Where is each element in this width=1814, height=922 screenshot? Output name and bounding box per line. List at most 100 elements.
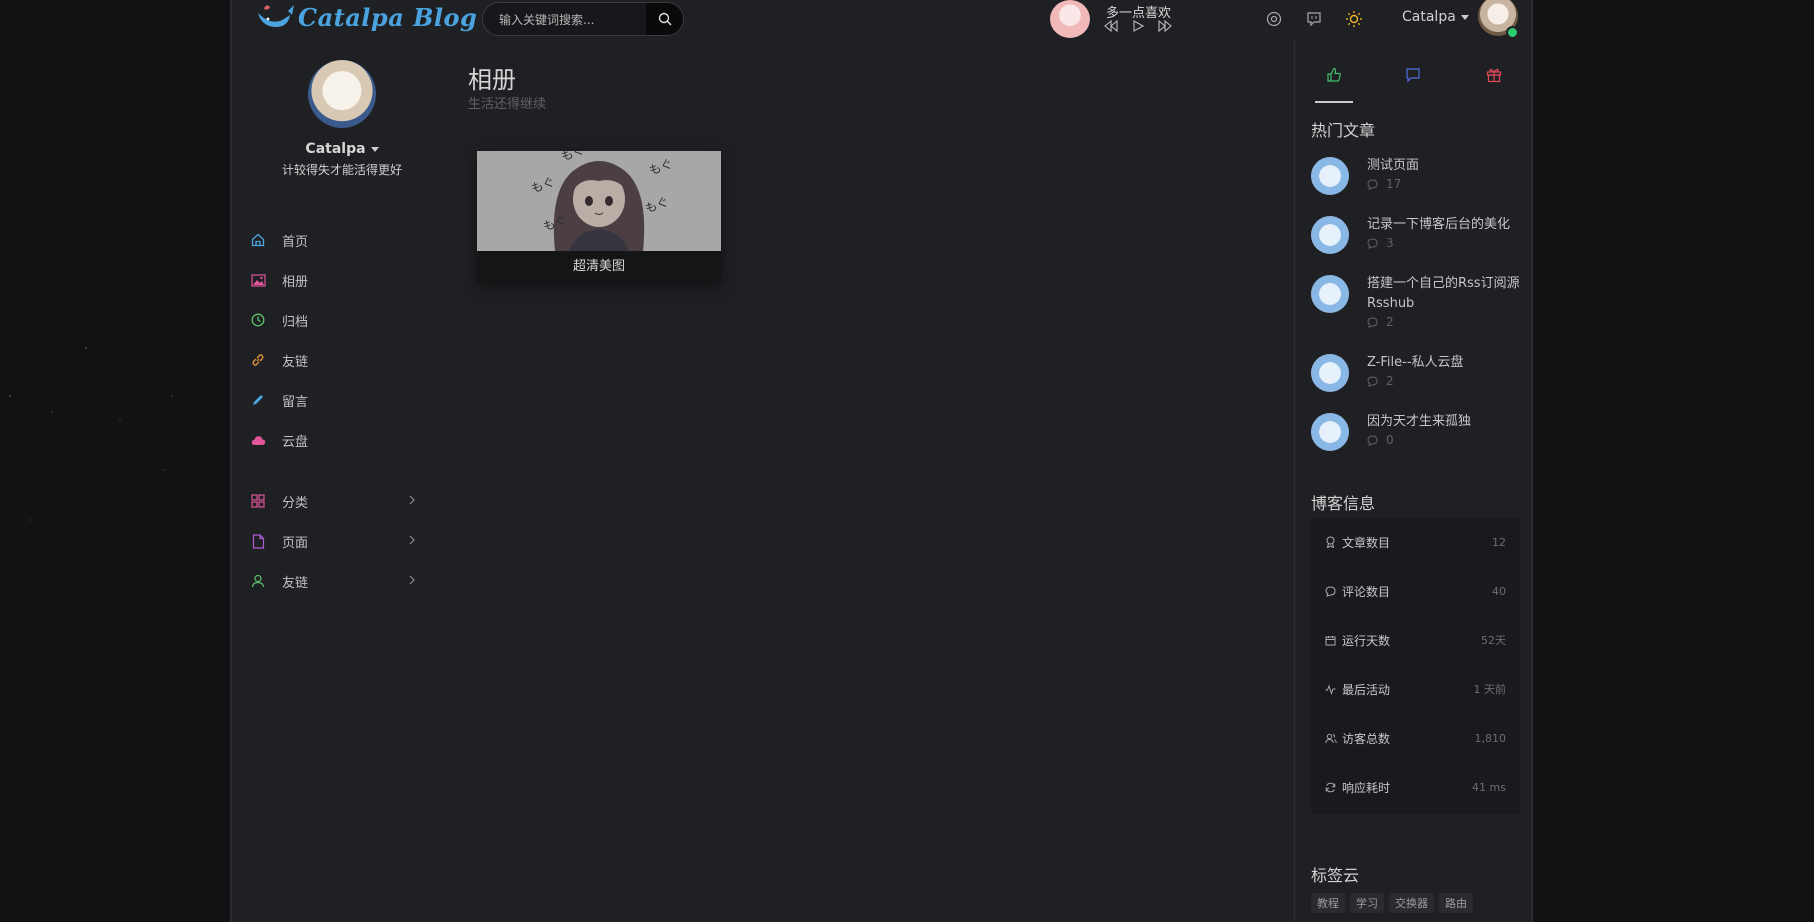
nav-item-cloud[interactable]: 云盘 bbox=[250, 420, 420, 460]
comment-icon bbox=[1367, 237, 1378, 249]
search-icon bbox=[658, 12, 671, 26]
post-meta: 2 bbox=[1367, 374, 1394, 388]
nav-item-home[interactable]: 首页 bbox=[250, 220, 420, 260]
post-meta: 2 bbox=[1367, 315, 1394, 329]
user-name: Catalpa bbox=[1402, 9, 1456, 25]
comment-icon bbox=[1367, 316, 1378, 328]
fast-forward-icon[interactable] bbox=[1158, 20, 1172, 32]
search-box bbox=[482, 2, 684, 36]
chevron-right-icon bbox=[409, 495, 415, 505]
info-label: 响应耗时 bbox=[1342, 780, 1391, 795]
profile-bio: 计较得失才能活得更好 bbox=[281, 163, 402, 177]
right-sidebar: 热门文章 测试页面 17 记录一下博客后台的美化 3 搭建一个自己的Rss订阅源… bbox=[1294, 40, 1534, 922]
info-value: 40 bbox=[1492, 584, 1506, 598]
nav-label: 页面 bbox=[282, 535, 309, 551]
post-avatar bbox=[1311, 216, 1349, 254]
nav-item-archive[interactable]: 归档 bbox=[250, 300, 420, 340]
info-row-comments: 评论数目 40 bbox=[1325, 581, 1506, 601]
target-icon[interactable] bbox=[1264, 9, 1284, 29]
image-icon bbox=[250, 272, 266, 288]
chevron-right-icon bbox=[409, 575, 415, 585]
users-icon bbox=[1325, 733, 1337, 744]
nav-item-links[interactable]: 友链 bbox=[250, 340, 420, 380]
award-icon bbox=[1325, 536, 1337, 548]
anime-girl-illustration: もぐ もぐ もぐ もぐ もぐ bbox=[477, 151, 721, 251]
play-icon[interactable] bbox=[1132, 20, 1144, 32]
pencil-icon bbox=[250, 392, 266, 408]
starfield-background bbox=[9, 347, 173, 521]
music-title: 多一点喜欢 bbox=[1106, 6, 1172, 21]
caret-down-icon bbox=[370, 146, 379, 152]
chat-icon[interactable] bbox=[1304, 9, 1324, 29]
nav-label: 留言 bbox=[282, 394, 309, 410]
info-value: 41 ms bbox=[1472, 780, 1506, 794]
hot-posts-title: 热门文章 bbox=[1311, 121, 1376, 140]
blog-info-panel: 文章数目 12 评论数目 40 运行天数 52天 最后活动 1 天前 访客总数 bbox=[1311, 518, 1520, 814]
grid-icon bbox=[250, 493, 266, 509]
tag-item[interactable]: 路由 bbox=[1439, 893, 1473, 913]
post-meta: 3 bbox=[1367, 236, 1394, 250]
page-title: 相册 bbox=[468, 66, 516, 94]
info-label: 运行天数 bbox=[1342, 633, 1391, 648]
info-row-posts: 文章数目 12 bbox=[1325, 532, 1506, 552]
info-value: 12 bbox=[1492, 535, 1506, 549]
hot-post-item[interactable]: Z-File--私人云盘 2 bbox=[1311, 353, 1526, 405]
whale-logo-icon bbox=[258, 5, 294, 27]
comment-icon bbox=[1367, 434, 1378, 446]
refresh-icon bbox=[1325, 782, 1337, 793]
hot-post-item[interactable]: 测试页面 17 bbox=[1311, 156, 1526, 208]
post-title: 记录一下博客后台的美化 bbox=[1367, 217, 1511, 232]
comment-count: 0 bbox=[1386, 433, 1394, 447]
tab-gift[interactable] bbox=[1483, 64, 1505, 86]
user-icon bbox=[250, 573, 266, 589]
hot-post-item[interactable]: 记录一下博客后台的美化 3 bbox=[1311, 215, 1526, 267]
nav-group-pages[interactable]: 页面 bbox=[250, 521, 420, 561]
profile-avatar[interactable] bbox=[308, 60, 376, 128]
album-card[interactable]: もぐ もぐ もぐ もぐ もぐ 超清美图 bbox=[477, 151, 721, 283]
info-row-response-time: 响应耗时 41 ms bbox=[1325, 777, 1506, 797]
top-header: Catalpa Blog 多一点喜欢 bbox=[232, 0, 1531, 40]
hot-post-item[interactable]: 搭建一个自己的Rss订阅源Rsshub 2 bbox=[1311, 274, 1526, 344]
nav-label: 分类 bbox=[282, 495, 309, 511]
blog-info-title: 博客信息 bbox=[1311, 494, 1376, 513]
tab-comments[interactable] bbox=[1402, 64, 1424, 86]
sun-icon[interactable] bbox=[1344, 9, 1364, 29]
tab-active-indicator bbox=[1315, 101, 1353, 103]
tag-item[interactable]: 交换器 bbox=[1389, 893, 1434, 913]
comment-count: 2 bbox=[1386, 374, 1394, 388]
comment-count: 3 bbox=[1386, 236, 1394, 250]
user-menu[interactable]: Catalpa bbox=[1402, 9, 1469, 25]
nav-group-friends[interactable]: 友链 bbox=[250, 561, 420, 601]
comment-icon bbox=[1325, 585, 1337, 597]
nav-group-category[interactable]: 分类 bbox=[250, 481, 420, 521]
album-caption: 超清美图 bbox=[572, 259, 625, 274]
chevron-right-icon bbox=[409, 535, 415, 545]
info-label: 文章数目 bbox=[1342, 535, 1391, 550]
comment-count: 17 bbox=[1386, 177, 1402, 191]
comment-icon bbox=[1367, 375, 1378, 387]
nav-label: 云盘 bbox=[282, 434, 309, 450]
info-row-last-active: 最后活动 1 天前 bbox=[1325, 679, 1506, 699]
hot-post-item[interactable]: 因为天才生来孤独 0 bbox=[1311, 412, 1526, 464]
tab-hot[interactable] bbox=[1323, 64, 1345, 86]
nav-label: 归档 bbox=[282, 314, 309, 330]
main-nav: 首页 相册 归档 友链 留言 云盘 分类 页面 友链 bbox=[250, 220, 420, 601]
tag-item[interactable]: 学习 bbox=[1350, 893, 1384, 913]
nav-label: 首页 bbox=[282, 234, 309, 250]
logo-text: Catalpa Blog bbox=[298, 2, 478, 32]
profile-name-menu[interactable]: Catalpa bbox=[232, 141, 452, 157]
nav-item-album[interactable]: 相册 bbox=[250, 260, 420, 300]
comment-count: 2 bbox=[1386, 315, 1394, 329]
tag-item[interactable]: 教程 bbox=[1311, 893, 1345, 913]
home-icon bbox=[250, 232, 266, 248]
site-logo[interactable]: Catalpa Blog bbox=[254, 0, 477, 34]
info-value: 52天 bbox=[1481, 634, 1506, 647]
music-cover[interactable] bbox=[1050, 0, 1090, 38]
search-button[interactable] bbox=[646, 3, 683, 35]
rewind-icon[interactable] bbox=[1104, 20, 1118, 32]
nav-label: 友链 bbox=[282, 575, 309, 591]
search-input[interactable] bbox=[497, 3, 641, 35]
sidebar-tabs bbox=[1295, 40, 1534, 103]
nav-item-guestbook[interactable]: 留言 bbox=[250, 380, 420, 420]
post-title: 因为天才生来孤独 bbox=[1367, 414, 1472, 429]
